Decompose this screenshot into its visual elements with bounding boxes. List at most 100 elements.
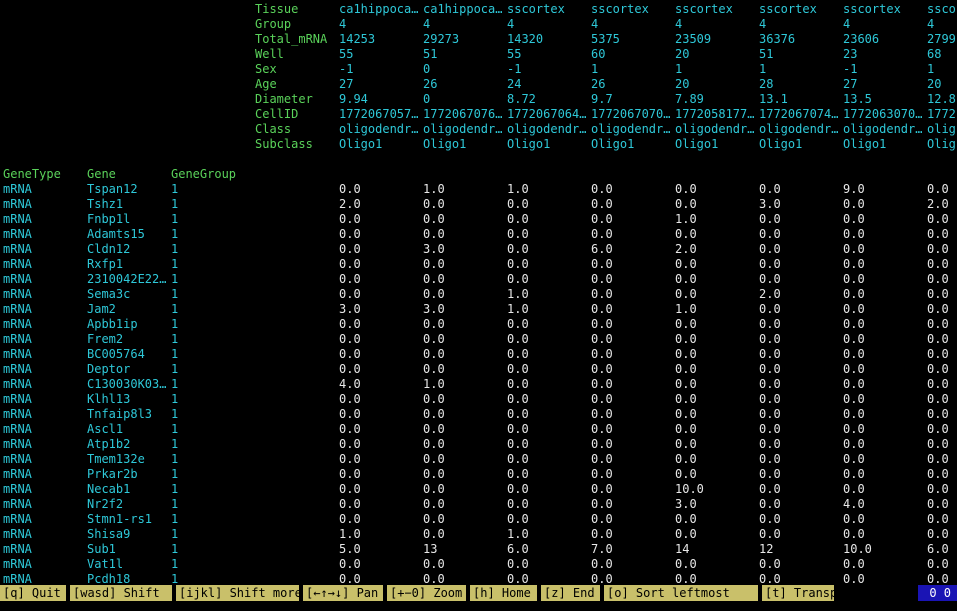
- value-cell[interactable]: 0.0: [759, 467, 841, 482]
- meta-cell[interactable]: -1: [339, 62, 421, 77]
- gene-group[interactable]: 1: [171, 197, 253, 212]
- gene-name[interactable]: Necab1: [87, 482, 169, 497]
- value-cell[interactable]: 0.0: [843, 272, 925, 287]
- value-cell[interactable]: 0.0: [759, 512, 841, 527]
- value-cell[interactable]: 0.0: [843, 317, 925, 332]
- gene-group[interactable]: 1: [171, 377, 253, 392]
- meta-cell[interactable]: Oligo1: [507, 137, 589, 152]
- gene-group[interactable]: 1: [171, 422, 253, 437]
- meta-cell[interactable]: 1772058177…: [675, 107, 757, 122]
- value-cell[interactable]: 0.0: [507, 257, 589, 272]
- gene-type[interactable]: mRNA: [3, 317, 85, 332]
- value-cell[interactable]: 0.0: [927, 287, 957, 302]
- value-cell[interactable]: 0.0: [591, 182, 673, 197]
- meta-cell[interactable]: 9.7: [591, 92, 673, 107]
- value-cell[interactable]: 0.0: [339, 452, 421, 467]
- value-cell[interactable]: 0.0: [927, 452, 957, 467]
- gene-type[interactable]: mRNA: [3, 497, 85, 512]
- value-cell[interactable]: 2.0: [339, 197, 421, 212]
- value-cell[interactable]: 0.0: [927, 392, 957, 407]
- key-hint-sort-leftmost[interactable]: [o] Sort leftmost: [604, 585, 758, 601]
- gene-name[interactable]: Tmem132e: [87, 452, 169, 467]
- gene-group[interactable]: 1: [171, 542, 253, 557]
- value-cell[interactable]: 0.0: [843, 287, 925, 302]
- value-cell[interactable]: 0.0: [675, 287, 757, 302]
- value-cell[interactable]: 0.0: [843, 302, 925, 317]
- meta-cell[interactable]: Oligo1: [759, 137, 841, 152]
- value-cell[interactable]: 0.0: [927, 347, 957, 362]
- value-cell[interactable]: 0.0: [927, 467, 957, 482]
- meta-cell[interactable]: sscortex: [843, 2, 925, 17]
- value-cell[interactable]: 0.0: [423, 482, 505, 497]
- meta-cell[interactable]: 1772067076…: [423, 107, 505, 122]
- gene-name[interactable]: Apbb1ip: [87, 317, 169, 332]
- gene-name[interactable]: Tnfaip8l3: [87, 407, 169, 422]
- value-cell[interactable]: 0.0: [927, 332, 957, 347]
- value-cell[interactable]: 0.0: [339, 482, 421, 497]
- meta-cell[interactable]: sscortex: [591, 2, 673, 17]
- gene-type[interactable]: mRNA: [3, 407, 85, 422]
- meta-cell[interactable]: 4: [759, 17, 841, 32]
- value-cell[interactable]: 0.0: [759, 377, 841, 392]
- gene-name[interactable]: 2310042E22…: [87, 272, 169, 287]
- value-cell[interactable]: 0.0: [591, 377, 673, 392]
- meta-cell[interactable]: olig: [927, 122, 957, 137]
- meta-cell[interactable]: Olig: [927, 137, 957, 152]
- meta-cell[interactable]: 13.1: [759, 92, 841, 107]
- meta-cell[interactable]: 26: [423, 77, 505, 92]
- gene-name[interactable]: Cldn12: [87, 242, 169, 257]
- value-cell[interactable]: 0.0: [423, 497, 505, 512]
- gene-type[interactable]: mRNA: [3, 272, 85, 287]
- value-cell[interactable]: 10.0: [675, 482, 757, 497]
- value-cell[interactable]: 0.0: [927, 437, 957, 452]
- gene-group[interactable]: 1: [171, 317, 253, 332]
- value-cell[interactable]: 0.0: [927, 242, 957, 257]
- value-cell[interactable]: 0.0: [759, 242, 841, 257]
- value-cell[interactable]: 0.0: [591, 347, 673, 362]
- gene-type[interactable]: mRNA: [3, 392, 85, 407]
- meta-cell[interactable]: 23509: [675, 32, 757, 47]
- value-cell[interactable]: 0.0: [675, 257, 757, 272]
- gene-name[interactable]: Fnbp1l: [87, 212, 169, 227]
- value-cell[interactable]: 0.0: [423, 527, 505, 542]
- gene-name[interactable]: Atp1b2: [87, 437, 169, 452]
- value-cell[interactable]: 1.0: [507, 182, 589, 197]
- value-cell[interactable]: 0.0: [591, 257, 673, 272]
- value-cell[interactable]: 3.0: [339, 302, 421, 317]
- value-cell[interactable]: 0.0: [507, 557, 589, 572]
- meta-cell[interactable]: Oligo1: [423, 137, 505, 152]
- value-cell[interactable]: 0.0: [843, 332, 925, 347]
- value-cell[interactable]: 0.0: [843, 362, 925, 377]
- meta-cell[interactable]: -1: [843, 62, 925, 77]
- value-cell[interactable]: 0.0: [339, 242, 421, 257]
- meta-cell[interactable]: 26: [591, 77, 673, 92]
- meta-cell[interactable]: 60: [591, 47, 673, 62]
- meta-cell[interactable]: oligodendr…: [675, 122, 757, 137]
- gene-name[interactable]: Sema3c: [87, 287, 169, 302]
- value-cell[interactable]: 12: [759, 542, 841, 557]
- value-cell[interactable]: 0.0: [927, 407, 957, 422]
- gene-group[interactable]: 1: [171, 392, 253, 407]
- value-cell[interactable]: 0.0: [591, 512, 673, 527]
- value-cell[interactable]: 0.0: [591, 302, 673, 317]
- value-cell[interactable]: 0.0: [927, 272, 957, 287]
- meta-cell[interactable]: 14320: [507, 32, 589, 47]
- value-cell[interactable]: 0.0: [927, 377, 957, 392]
- value-cell[interactable]: 0.0: [843, 392, 925, 407]
- gene-group[interactable]: 1: [171, 227, 253, 242]
- value-cell[interactable]: 0.0: [339, 557, 421, 572]
- value-cell[interactable]: 0.0: [927, 212, 957, 227]
- meta-cell[interactable]: Oligo1: [339, 137, 421, 152]
- gene-group[interactable]: 1: [171, 437, 253, 452]
- value-cell[interactable]: 0.0: [843, 347, 925, 362]
- meta-cell[interactable]: 27: [339, 77, 421, 92]
- value-cell[interactable]: 0.0: [843, 197, 925, 212]
- meta-cell[interactable]: 12.8: [927, 92, 957, 107]
- value-cell[interactable]: 0.0: [675, 422, 757, 437]
- gene-name[interactable]: Nr2f2: [87, 497, 169, 512]
- value-cell[interactable]: 0.0: [507, 362, 589, 377]
- value-cell[interactable]: 0.0: [339, 257, 421, 272]
- gene-type[interactable]: mRNA: [3, 347, 85, 362]
- value-cell[interactable]: 0.0: [675, 347, 757, 362]
- value-cell[interactable]: 0.0: [339, 212, 421, 227]
